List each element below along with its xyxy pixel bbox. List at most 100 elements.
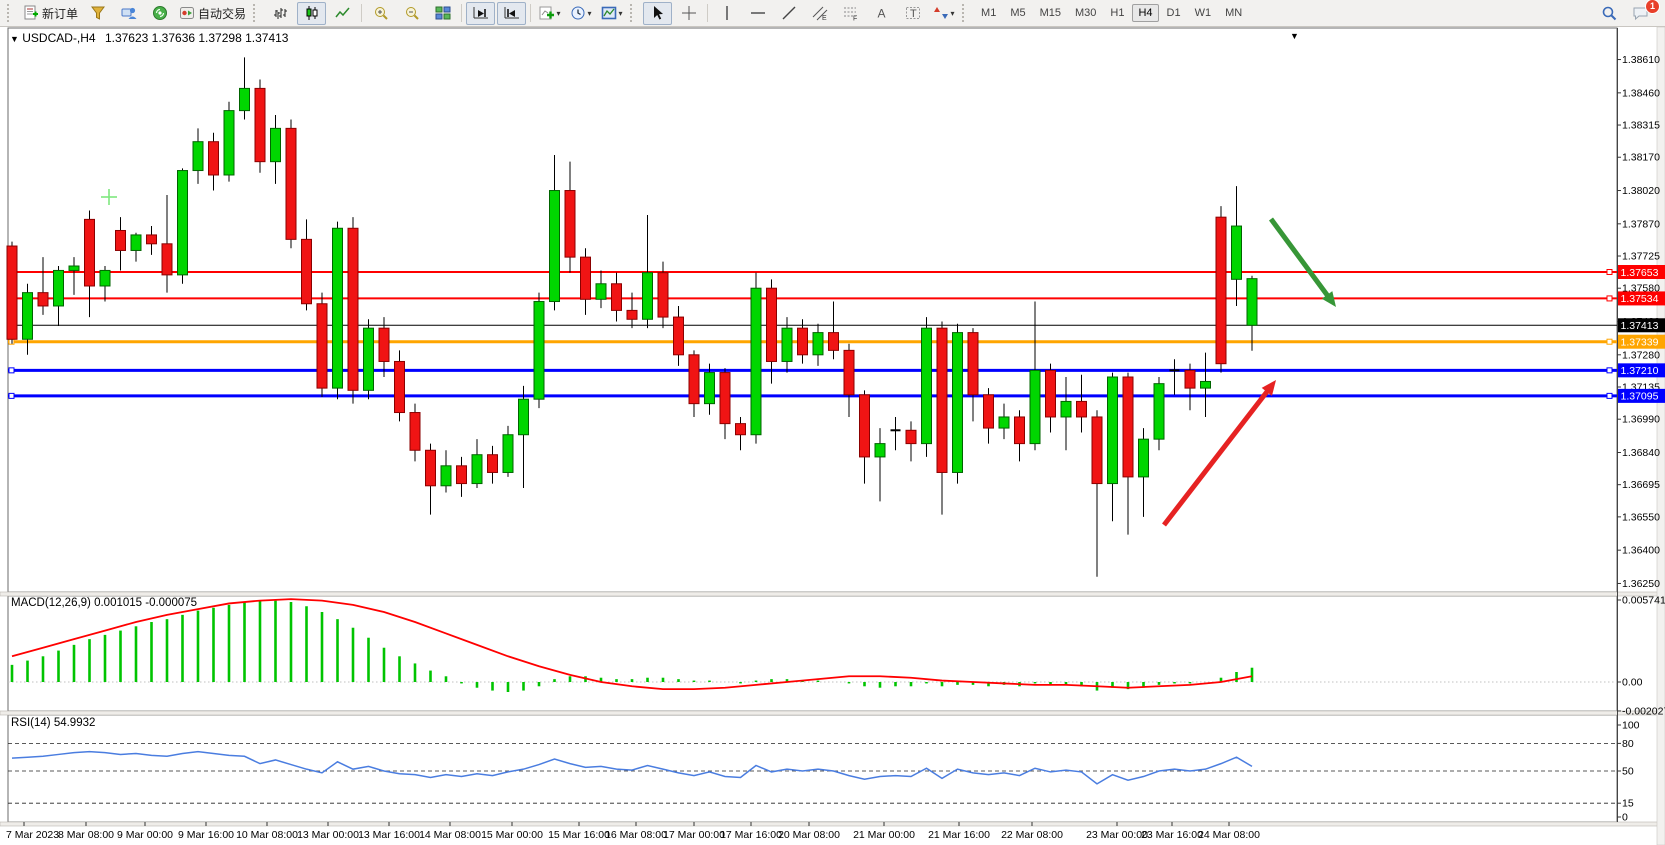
horizontal-line-icon — [750, 5, 766, 21]
auto-scroll-button[interactable] — [466, 2, 495, 25]
toolbar-grip[interactable] — [7, 4, 16, 22]
chart-shift-button[interactable] — [497, 2, 526, 25]
tf-h1-button[interactable]: H1 — [1104, 4, 1130, 22]
main-toolbar: 新订单 自动交易 ▾ ▾ — [0, 0, 1665, 27]
svg-text:13 Mar 00:00: 13 Mar 00:00 — [297, 829, 359, 841]
notification-badge: 1 — [1645, 0, 1660, 14]
tf-h4-button[interactable]: H4 — [1132, 4, 1158, 22]
autotrading-button[interactable]: 自动交易 — [176, 2, 249, 25]
dropdown-caret: ▾ — [557, 9, 561, 18]
candlestick-icon — [304, 5, 320, 21]
candlestick-mode-button[interactable] — [297, 2, 326, 25]
arrow-objects-icon — [933, 5, 949, 21]
svg-text:1.38020: 1.38020 — [1622, 185, 1660, 197]
fibonacci-tool-button[interactable]: F — [836, 2, 865, 25]
svg-text:17 Mar 00:00: 17 Mar 00:00 — [663, 829, 725, 841]
macd-indicator-label: MACD(12,26,9) 0.001015 -0.000075 — [11, 597, 197, 609]
history-center-button[interactable] — [83, 2, 112, 25]
trendline-tool-button[interactable] — [774, 2, 803, 25]
equidistant-channel-icon: E — [812, 5, 828, 21]
tf-w1-button[interactable]: W1 — [1189, 4, 1218, 22]
person-computer-icon — [121, 5, 137, 21]
funnel-icon — [90, 5, 106, 21]
svg-text:9 Mar 16:00: 9 Mar 16:00 — [178, 829, 234, 841]
search-button[interactable] — [1595, 2, 1624, 25]
pane-separator[interactable] — [0, 592, 1665, 596]
svg-text:1.37413: 1.37413 — [1621, 320, 1659, 332]
pane-separator[interactable] — [0, 822, 1665, 826]
svg-text:13 Mar 16:00: 13 Mar 16:00 — [358, 829, 420, 841]
notifications-button[interactable]: 1 — [1626, 2, 1655, 25]
new-order-button[interactable]: 新订单 — [20, 2, 81, 25]
svg-text:T: T — [910, 8, 917, 20]
rsi-indicator-label: RSI(14) 54.9932 — [11, 717, 95, 729]
tf-mn-button[interactable]: MN — [1219, 4, 1248, 22]
vertical-line-tool-button[interactable] — [712, 2, 741, 25]
zoom-out-button[interactable] — [397, 2, 426, 25]
text-tool-button[interactable]: A — [867, 2, 896, 25]
indicators-button[interactable]: ▾ — [535, 2, 564, 25]
cursor-tool-button[interactable] — [643, 2, 672, 25]
channel-tool-button[interactable]: E — [805, 2, 834, 25]
tf-m1-button[interactable]: M1 — [975, 4, 1002, 22]
dropdown-caret: ▾ — [619, 9, 623, 18]
line-chart-icon — [335, 5, 351, 21]
toolbar-grip[interactable] — [253, 4, 262, 22]
trendline-icon — [781, 5, 797, 21]
autotrading-label: 自动交易 — [198, 5, 246, 22]
line-chart-mode-button[interactable] — [328, 2, 357, 25]
templates-button[interactable]: ▾ — [597, 2, 626, 25]
svg-text:8 Mar 08:00: 8 Mar 08:00 — [58, 829, 114, 841]
crosshair-tool-button[interactable] — [674, 2, 703, 25]
svg-text:1.36250: 1.36250 — [1622, 578, 1660, 590]
svg-text:1.36990: 1.36990 — [1622, 414, 1660, 426]
svg-text:1.37339: 1.37339 — [1621, 337, 1659, 349]
svg-text:23 Mar 00:00: 23 Mar 00:00 — [1086, 829, 1148, 841]
svg-text:21 Mar 00:00: 21 Mar 00:00 — [853, 829, 915, 841]
svg-text:1.38315: 1.38315 — [1622, 120, 1660, 132]
zoom-out-icon — [404, 5, 420, 21]
main-pane[interactable] — [8, 28, 1617, 592]
symbol-period-label: USDCAD-,H4 — [22, 31, 95, 45]
bar-chart-mode-button[interactable] — [266, 2, 295, 25]
tf-m15-button[interactable]: M15 — [1034, 4, 1067, 22]
tf-d1-button[interactable]: D1 — [1161, 4, 1187, 22]
chart-title: ▼ USDCAD-,H4 1.37623 1.37636 1.37298 1.3… — [10, 31, 288, 45]
svg-text:50: 50 — [1622, 766, 1634, 778]
arrows-tool-button[interactable]: ▾ — [929, 2, 958, 25]
chart-window[interactable]: 1.386101.384601.383151.381701.380201.378… — [0, 27, 1665, 845]
toolbar-grip[interactable] — [630, 4, 639, 22]
pane-separator[interactable] — [0, 711, 1665, 715]
template-icon — [601, 5, 617, 21]
svg-text:16 Mar 08:00: 16 Mar 08:00 — [605, 829, 667, 841]
svg-text:10 Mar 08:00: 10 Mar 08:00 — [236, 829, 298, 841]
rsi-pane[interactable] — [8, 715, 1617, 822]
svg-text:1.37210: 1.37210 — [1621, 365, 1659, 377]
svg-text:F: F — [853, 16, 857, 22]
svg-text:1.36400: 1.36400 — [1622, 545, 1660, 557]
svg-text:15 Mar 00:00: 15 Mar 00:00 — [481, 829, 543, 841]
toolbar-grip[interactable] — [962, 4, 971, 22]
tf-m5-button[interactable]: M5 — [1004, 4, 1031, 22]
window-edge — [1657, 27, 1665, 845]
text-label-tool-button[interactable]: T — [898, 2, 927, 25]
window-list-marker[interactable]: ▼ — [1290, 31, 1299, 41]
metaeditor-button[interactable] — [114, 2, 143, 25]
svg-text:100: 100 — [1622, 720, 1640, 732]
macd-pane[interactable] — [8, 596, 1617, 711]
svg-text:7 Mar 2023: 7 Mar 2023 — [6, 829, 59, 841]
svg-text:14 Mar 08:00: 14 Mar 08:00 — [419, 829, 481, 841]
chart-canvas[interactable]: 1.386101.384601.383151.381701.380201.378… — [0, 27, 1665, 845]
tile-windows-button[interactable] — [428, 2, 457, 25]
crosshair-icon — [681, 5, 697, 21]
horizontal-line-tool-button[interactable] — [743, 2, 772, 25]
svg-text:1.37280: 1.37280 — [1622, 349, 1660, 361]
tf-m30-button[interactable]: M30 — [1069, 4, 1102, 22]
tile-windows-icon — [435, 5, 451, 21]
signals-button[interactable] — [145, 2, 174, 25]
periods-button[interactable]: ▾ — [566, 2, 595, 25]
zoom-in-button[interactable] — [366, 2, 395, 25]
svg-text:1.36840: 1.36840 — [1622, 447, 1660, 459]
symbol-collapse-marker[interactable]: ▼ — [10, 34, 19, 44]
svg-text:1.37534: 1.37534 — [1621, 293, 1659, 305]
